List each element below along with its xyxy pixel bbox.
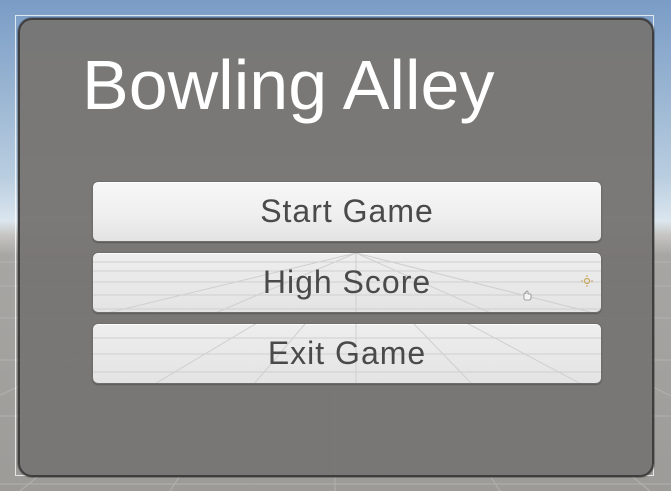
game-title: Bowling Alley: [82, 46, 495, 124]
main-menu-panel: Bowling Alley Start Game High Score Exit…: [18, 18, 654, 477]
start-game-label: Start Game: [260, 193, 434, 229]
hand-cursor-icon: [523, 290, 532, 301]
start-game-button[interactable]: Start Game: [92, 181, 602, 242]
exit-game-label: Exit Game: [267, 335, 427, 371]
sun-gizmo-icon: [581, 275, 593, 287]
exit-game-button[interactable]: Exit Game: [92, 323, 602, 384]
high-score-button[interactable]: High Score: [92, 252, 602, 313]
high-score-label: High Score: [262, 264, 432, 300]
